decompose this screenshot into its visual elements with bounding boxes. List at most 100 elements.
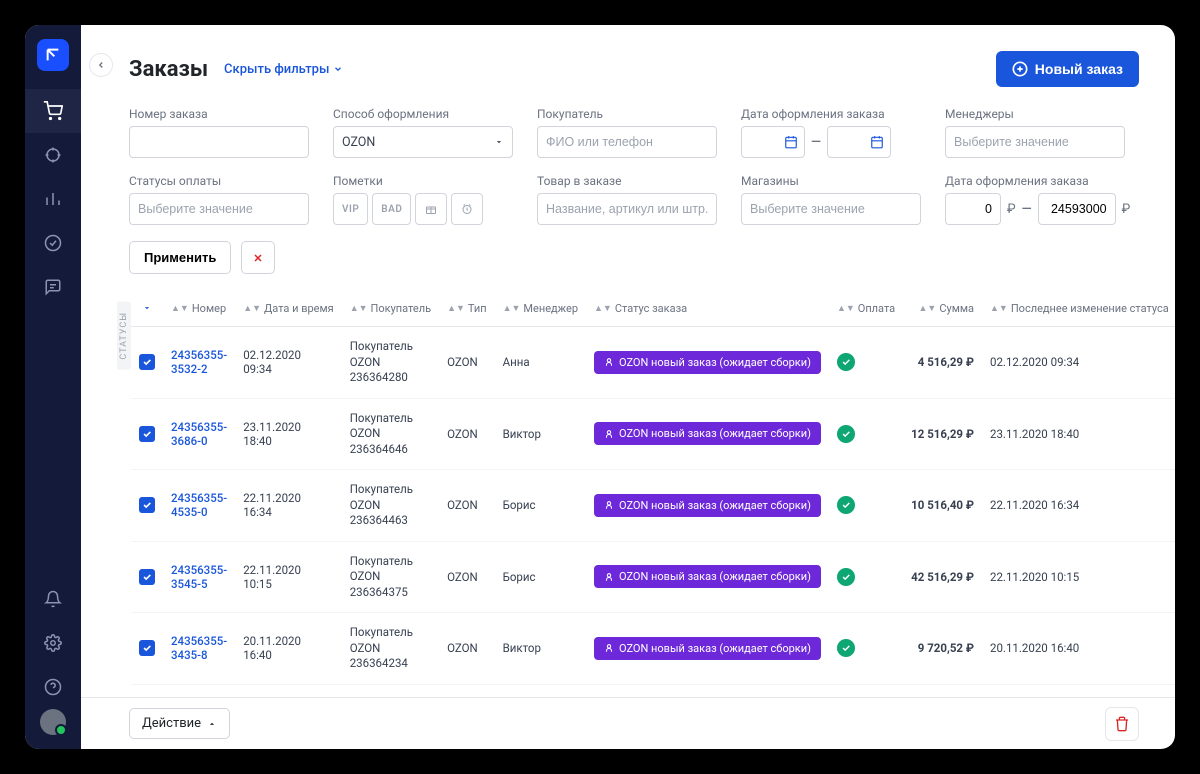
order-link[interactable]: 24356355-3545-5 bbox=[171, 563, 227, 591]
column-header: ▲▼Оплата bbox=[829, 290, 903, 327]
back-button[interactable] bbox=[89, 53, 113, 77]
paid-indicator bbox=[837, 353, 855, 371]
select-all-checkbox[interactable] bbox=[139, 300, 155, 316]
nav-help[interactable] bbox=[25, 665, 81, 709]
calendar-icon bbox=[784, 135, 798, 149]
paid-indicator bbox=[837, 639, 855, 657]
row-checkbox[interactable] bbox=[139, 497, 155, 513]
column-header: ▲▼Дата и время bbox=[235, 290, 342, 327]
nav-settings[interactable] bbox=[25, 621, 81, 665]
page-title: Заказы bbox=[129, 57, 208, 82]
row-checkbox[interactable] bbox=[139, 426, 155, 442]
status-badge: OZON новый заказ (ожидает сборки) bbox=[594, 422, 821, 445]
clock-icon bbox=[461, 203, 473, 215]
order-number-input[interactable] bbox=[129, 126, 309, 158]
column-header: ▲▼Последнее изменение статуса bbox=[982, 290, 1175, 327]
cell-manager: Виктор bbox=[495, 613, 586, 685]
row-checkbox[interactable] bbox=[139, 640, 155, 656]
nav-analytics[interactable] bbox=[25, 177, 81, 221]
status-badge: OZON новый заказ (ожидает сборки) bbox=[594, 637, 821, 660]
column-header: ▲▼Тип bbox=[439, 290, 495, 327]
managers-select[interactable] bbox=[945, 126, 1125, 158]
column-header: ▲▼Статус заказа bbox=[586, 290, 829, 327]
status-badge: OZON новый заказ (ожидает сборки) bbox=[594, 351, 821, 374]
date-to-input[interactable] bbox=[827, 126, 891, 158]
price-to-input[interactable] bbox=[1038, 193, 1116, 225]
user-icon bbox=[604, 572, 614, 582]
cell-datetime: 20.11.202015:24 bbox=[235, 684, 342, 697]
paid-indicator bbox=[837, 568, 855, 586]
order-link[interactable]: 24356355-3686-0 bbox=[171, 420, 227, 448]
method-select[interactable]: OZON bbox=[333, 126, 513, 158]
cell-manager: Виктор bbox=[495, 398, 586, 470]
status-tab[interactable]: СТАТУСЫ bbox=[117, 302, 131, 370]
buyer-input[interactable] bbox=[537, 126, 717, 158]
filter-label: Магазины bbox=[741, 174, 921, 188]
nav-target[interactable] bbox=[25, 133, 81, 177]
column-header: ▲▼Покупатель bbox=[342, 290, 439, 327]
cell-datetime: 22.11.202010:15 bbox=[235, 541, 342, 613]
cell-type: OZON bbox=[439, 684, 495, 697]
stores-select[interactable] bbox=[741, 193, 921, 225]
nav-orders[interactable] bbox=[25, 89, 81, 133]
apply-button[interactable]: Применить bbox=[129, 241, 231, 274]
user-icon bbox=[604, 500, 614, 510]
paid-indicator bbox=[837, 496, 855, 514]
user-avatar[interactable] bbox=[40, 709, 66, 735]
row-checkbox[interactable] bbox=[139, 354, 155, 370]
user-icon bbox=[604, 357, 614, 367]
filter-label: Способ оформления bbox=[333, 107, 513, 121]
payment-status-select[interactable] bbox=[129, 193, 309, 225]
cell-type: OZON bbox=[439, 327, 495, 399]
delete-button[interactable] bbox=[1105, 707, 1139, 741]
gift-icon bbox=[425, 203, 437, 215]
price-from-input[interactable] bbox=[945, 193, 1001, 225]
table-row: 24356355-3435-820.11.202016:40Покупатель… bbox=[131, 613, 1175, 685]
paid-indicator bbox=[837, 425, 855, 443]
new-order-button[interactable]: Новый заказ bbox=[996, 51, 1139, 87]
user-icon bbox=[604, 643, 614, 653]
tag-bad[interactable]: BAD bbox=[372, 193, 411, 225]
chevron-down-icon bbox=[333, 64, 343, 74]
cell-last-change: 23.11.2020 18:40 bbox=[982, 398, 1175, 470]
status-badge: OZON новый заказ (ожидает сборки) bbox=[594, 494, 821, 517]
cell-sum: 4 516,29 ₽ bbox=[903, 327, 982, 399]
nav-checkmark[interactable] bbox=[25, 221, 81, 265]
table-row: 24356355-4535-022.11.202016:34Покупатель… bbox=[131, 470, 1175, 542]
order-link[interactable]: 24356355-3532-2 bbox=[171, 348, 227, 376]
table-row: 24356355-3456-320.11.202015:24Покупатель… bbox=[131, 684, 1175, 697]
cell-type: OZON bbox=[439, 613, 495, 685]
filter-label: Покупатель bbox=[537, 107, 717, 121]
filter-label: Товар в заказе bbox=[537, 174, 717, 188]
trash-icon bbox=[1114, 716, 1130, 732]
hide-filters-link[interactable]: Скрыть фильтры bbox=[224, 62, 343, 77]
cell-buyer: ПокупательOZON236364234 bbox=[342, 613, 439, 685]
cell-buyer: ПокупательOZON236364646 bbox=[342, 398, 439, 470]
cell-type: OZON bbox=[439, 470, 495, 542]
tag-vip[interactable]: VIP bbox=[333, 193, 368, 225]
caret-down-icon bbox=[494, 137, 504, 147]
cell-sum: 12 516,29 ₽ bbox=[903, 398, 982, 470]
filter-label: Номер заказа bbox=[129, 107, 309, 121]
clear-filters-button[interactable] bbox=[241, 241, 275, 274]
row-checkbox[interactable] bbox=[139, 569, 155, 585]
cell-manager: Борис bbox=[495, 684, 586, 697]
nav-notifications[interactable] bbox=[25, 577, 81, 621]
date-from-input[interactable] bbox=[741, 126, 805, 158]
bulk-action-dropdown[interactable]: Действие bbox=[129, 708, 230, 739]
tag-gift[interactable] bbox=[415, 193, 447, 225]
order-link[interactable]: 24356355-4535-0 bbox=[171, 491, 227, 519]
filter-label: Статусы оплаты bbox=[129, 174, 309, 188]
cell-type: OZON bbox=[439, 398, 495, 470]
cell-sum: 42 516,29 ₽ bbox=[903, 541, 982, 613]
cell-last-change: 22.11.2020 10:15 bbox=[982, 541, 1175, 613]
table-row: 24356355-3532-202.12.202009:34Покупатель… bbox=[131, 327, 1175, 399]
filter-label: Дата оформления заказа bbox=[945, 174, 1125, 188]
cell-last-change: 20.11.2020 16:40 bbox=[982, 613, 1175, 685]
order-link[interactable]: 24356355-3435-8 bbox=[171, 634, 227, 662]
app-logo[interactable] bbox=[37, 39, 69, 71]
product-input[interactable] bbox=[537, 193, 717, 225]
tag-clock[interactable] bbox=[451, 193, 483, 225]
nav-chat[interactable] bbox=[25, 265, 81, 309]
cell-buyer: ПокупательOZON236364280 bbox=[342, 327, 439, 399]
